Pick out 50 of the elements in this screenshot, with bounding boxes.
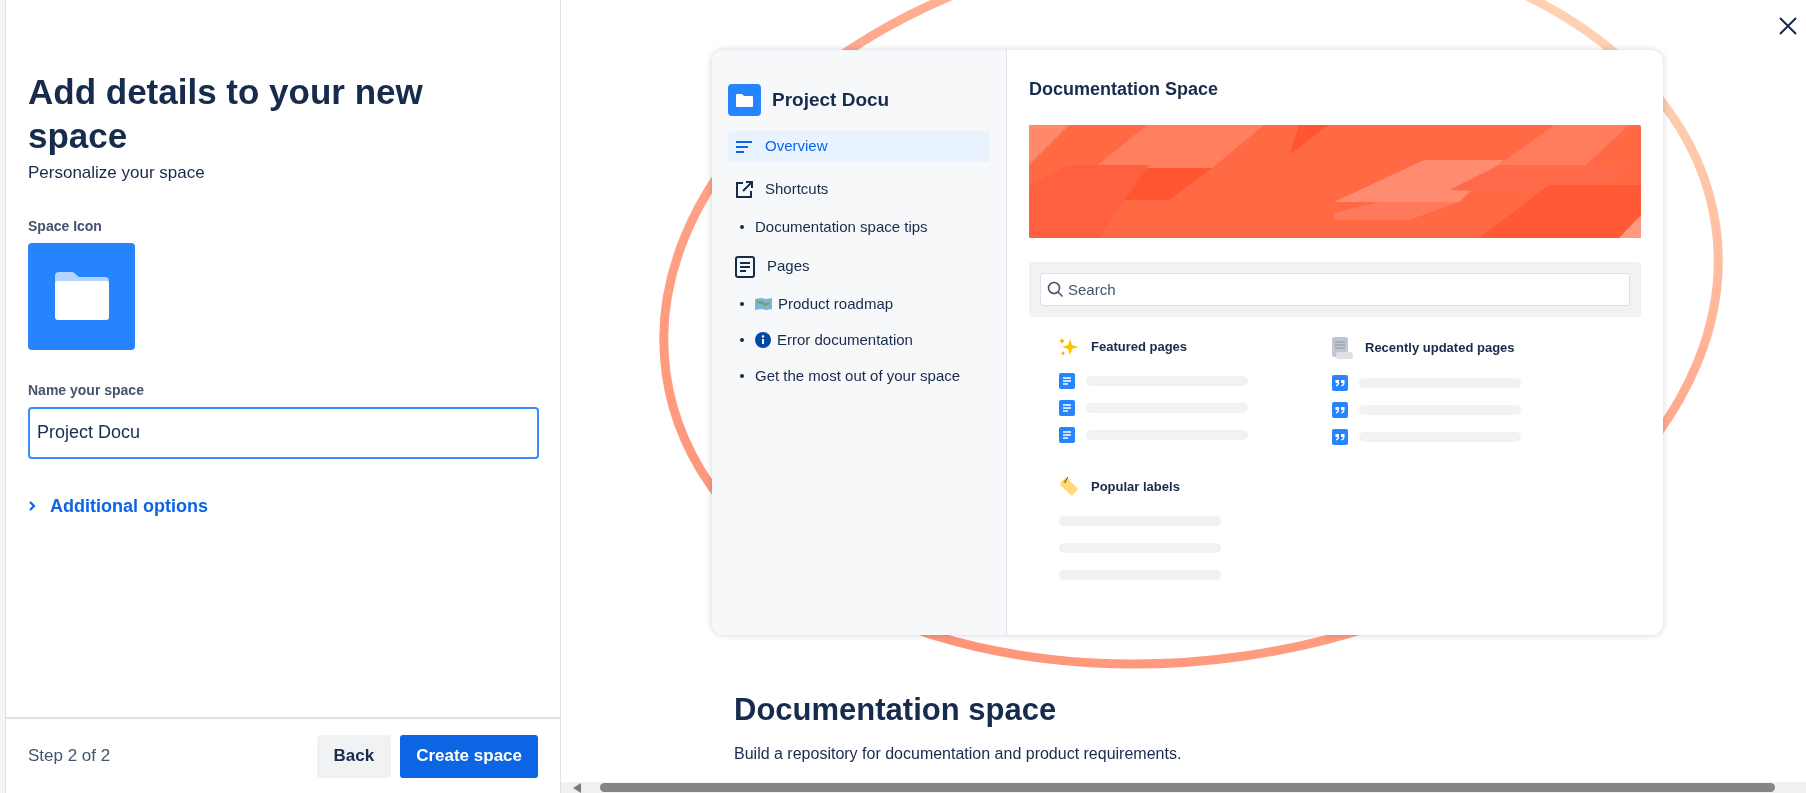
space-name-field[interactable]: Project Docu (28, 406, 539, 459)
field-label: Space Icon (28, 216, 103, 236)
horizontal-scrollbar[interactable] (600, 783, 1775, 792)
form-subtitle: Personalize your space (28, 162, 206, 184)
close-icon[interactable] (1778, 16, 1798, 36)
search-field[interactable]: Search (1040, 273, 1630, 306)
sidebar-page-link[interactable]: Get the most out of your space (755, 364, 961, 388)
info-icon (755, 332, 771, 348)
sparkle-icon (1059, 337, 1079, 357)
back-button[interactable]: Back (316, 734, 392, 778)
create-space-button[interactable]: Create space (400, 734, 538, 778)
additional-options-toggle[interactable]: Additional options (28, 492, 208, 520)
tag-icon (1059, 476, 1079, 497)
sidebar-nav-item[interactable]: Shortcuts (728, 174, 990, 205)
sidebar-page-link[interactable]: Documentation space tips (755, 215, 928, 239)
quote-icon (1332, 375, 1348, 391)
bullet-icon (740, 302, 744, 306)
folder-icon (54, 272, 109, 320)
page-icon (735, 255, 755, 278)
document-stack-icon (1332, 337, 1353, 359)
scroll-left-arrow-icon[interactable] (573, 782, 581, 793)
folder-icon (728, 84, 761, 116)
section-heading: Popular labels (1091, 477, 1180, 496)
document-icon (1059, 427, 1075, 443)
space-name: Project Docu (772, 87, 890, 112)
preview-title: Documentation Space (1029, 78, 1220, 101)
sidebar-nav-item[interactable]: Overview (728, 131, 990, 162)
template-title: Documentation space (734, 691, 1057, 729)
section-heading: Featured pages (1091, 338, 1188, 357)
sidebar-nav-item[interactable]: Pages (728, 251, 990, 282)
quote-icon (1332, 402, 1348, 418)
lines-icon (735, 139, 753, 154)
sidebar-page-link[interactable]: Error documentation (777, 328, 913, 352)
bullet-icon (740, 225, 744, 229)
search-icon (1047, 281, 1064, 298)
chevron-right-icon (28, 500, 36, 512)
bullet-icon (740, 374, 744, 378)
form-title: Add details to your new space (28, 71, 424, 157)
document-icon (1059, 373, 1075, 389)
document-icon (1059, 400, 1075, 416)
space-icon-picker[interactable] (28, 242, 135, 350)
field-label: Name your space (28, 380, 145, 400)
bullet-icon (740, 338, 744, 342)
map-icon (755, 298, 772, 310)
external-link-icon (735, 180, 753, 199)
section-heading: Recently updated pages (1365, 339, 1515, 358)
step-indicator: Step 2 of 2 (28, 745, 112, 768)
sidebar-page-link[interactable]: Product roadmap (778, 292, 894, 316)
template-description: Build a repository for documentation and product requirements. (734, 743, 1182, 764)
quote-icon (1332, 429, 1348, 445)
